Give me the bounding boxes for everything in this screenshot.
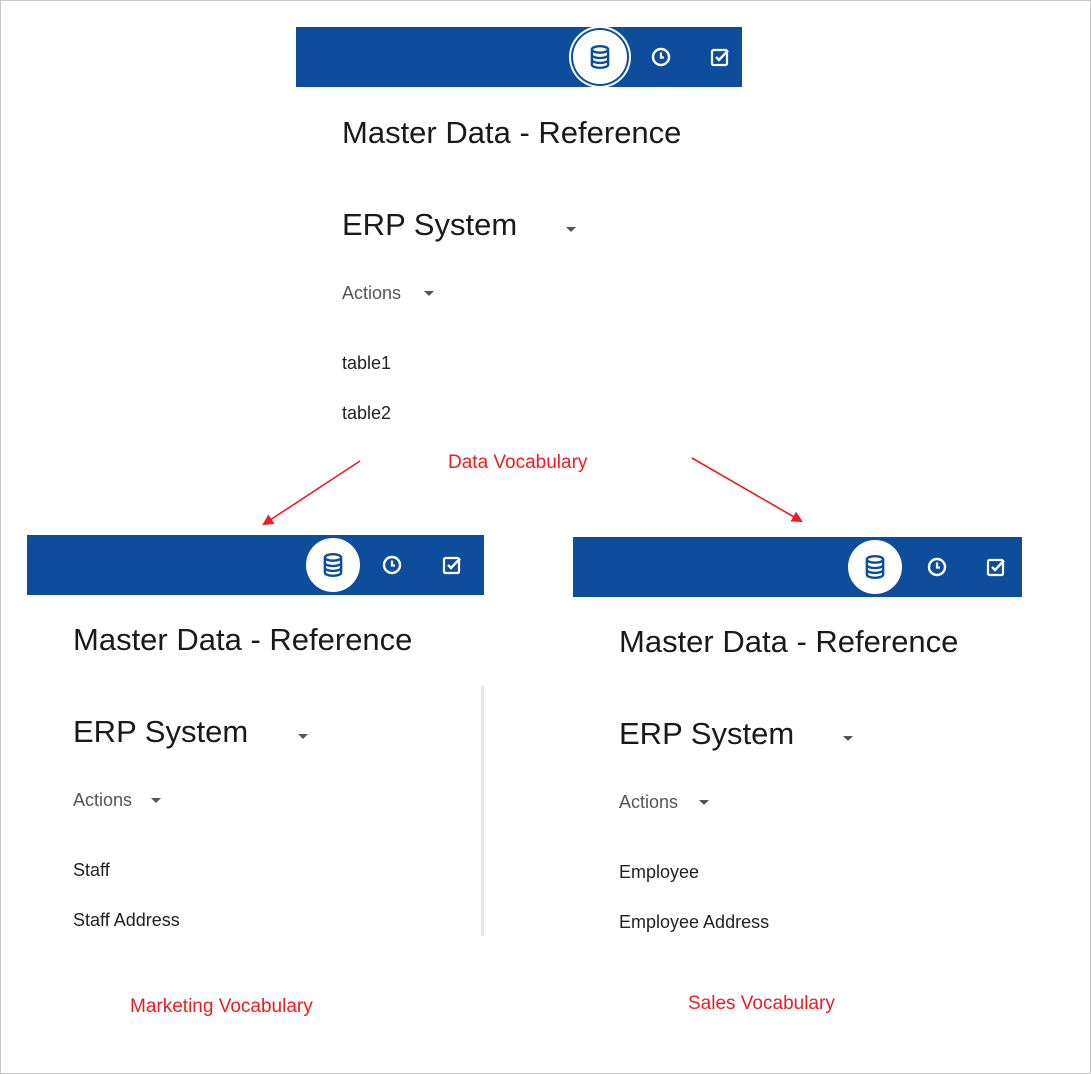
chevron-down-icon[interactable] bbox=[151, 798, 161, 803]
arrow-left bbox=[262, 460, 361, 526]
checkbox-icon[interactable] bbox=[440, 553, 464, 577]
annotation-label: Sales Vocabulary bbox=[688, 993, 835, 1014]
panel-divider bbox=[481, 686, 484, 936]
checkbox-icon[interactable] bbox=[984, 555, 1008, 579]
database-icon[interactable] bbox=[306, 538, 360, 592]
chevron-down-icon[interactable] bbox=[843, 736, 853, 741]
actions-dropdown[interactable]: Actions bbox=[73, 790, 132, 811]
chevron-down-icon[interactable] bbox=[699, 800, 709, 805]
page-title: Master Data - Reference bbox=[619, 624, 959, 659]
list-item[interactable]: Employee Address bbox=[619, 912, 769, 933]
page-title: Master Data - Reference bbox=[73, 622, 413, 657]
list-item[interactable]: Staff bbox=[73, 860, 110, 881]
system-selector-label[interactable]: ERP System bbox=[73, 714, 248, 750]
arrow-right bbox=[691, 457, 803, 523]
annotation-label: Marketing Vocabulary bbox=[130, 996, 313, 1017]
list-item[interactable]: Employee bbox=[619, 862, 699, 883]
actions-dropdown[interactable]: Actions bbox=[619, 792, 678, 813]
clock-icon[interactable] bbox=[380, 553, 404, 577]
clock-icon[interactable] bbox=[925, 555, 949, 579]
database-icon[interactable] bbox=[848, 540, 902, 594]
system-selector-label[interactable]: ERP System bbox=[619, 716, 794, 752]
chevron-down-icon[interactable] bbox=[298, 734, 308, 739]
list-item[interactable]: Staff Address bbox=[73, 910, 180, 931]
right-toolbar bbox=[573, 537, 1022, 597]
left-toolbar bbox=[27, 535, 484, 595]
